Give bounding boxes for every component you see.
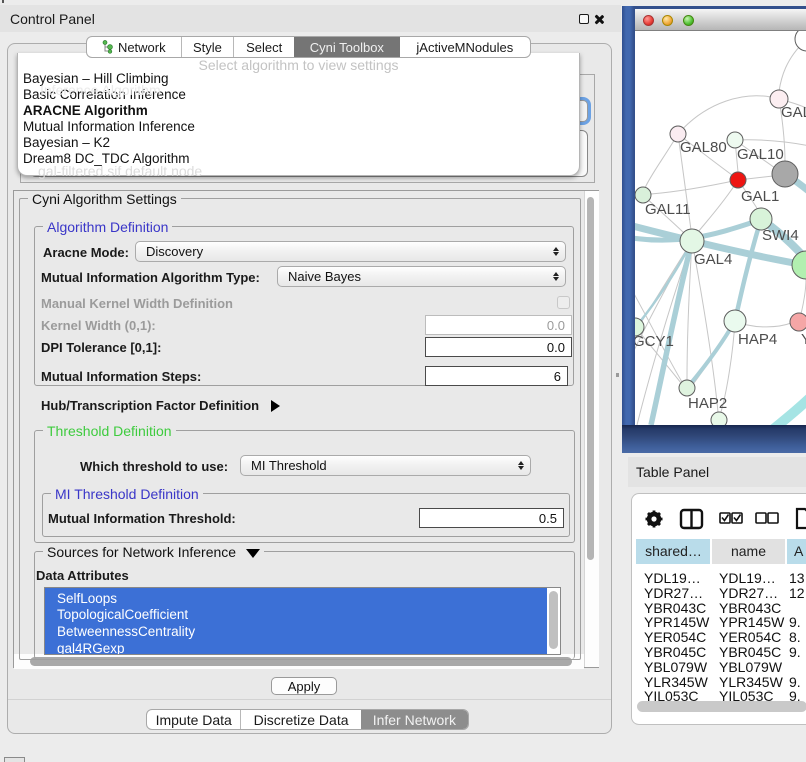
svg-text:GAL4: GAL4 [694,251,732,268]
svg-text:SWI4: SWI4 [762,227,799,244]
svg-text:GAL1: GAL1 [741,188,779,205]
svg-text:HAP4: HAP4 [738,331,777,348]
svg-text:GAL: GAL [781,104,806,121]
svg-text:HAP2: HAP2 [688,395,727,412]
svg-text:GAL11: GAL11 [645,201,691,218]
svg-text:Y: Y [801,331,806,348]
svg-text:GAL80: GAL80 [680,139,727,156]
svg-text:GCY1: GCY1 [635,333,674,350]
svg-text:GAL10: GAL10 [737,146,784,163]
